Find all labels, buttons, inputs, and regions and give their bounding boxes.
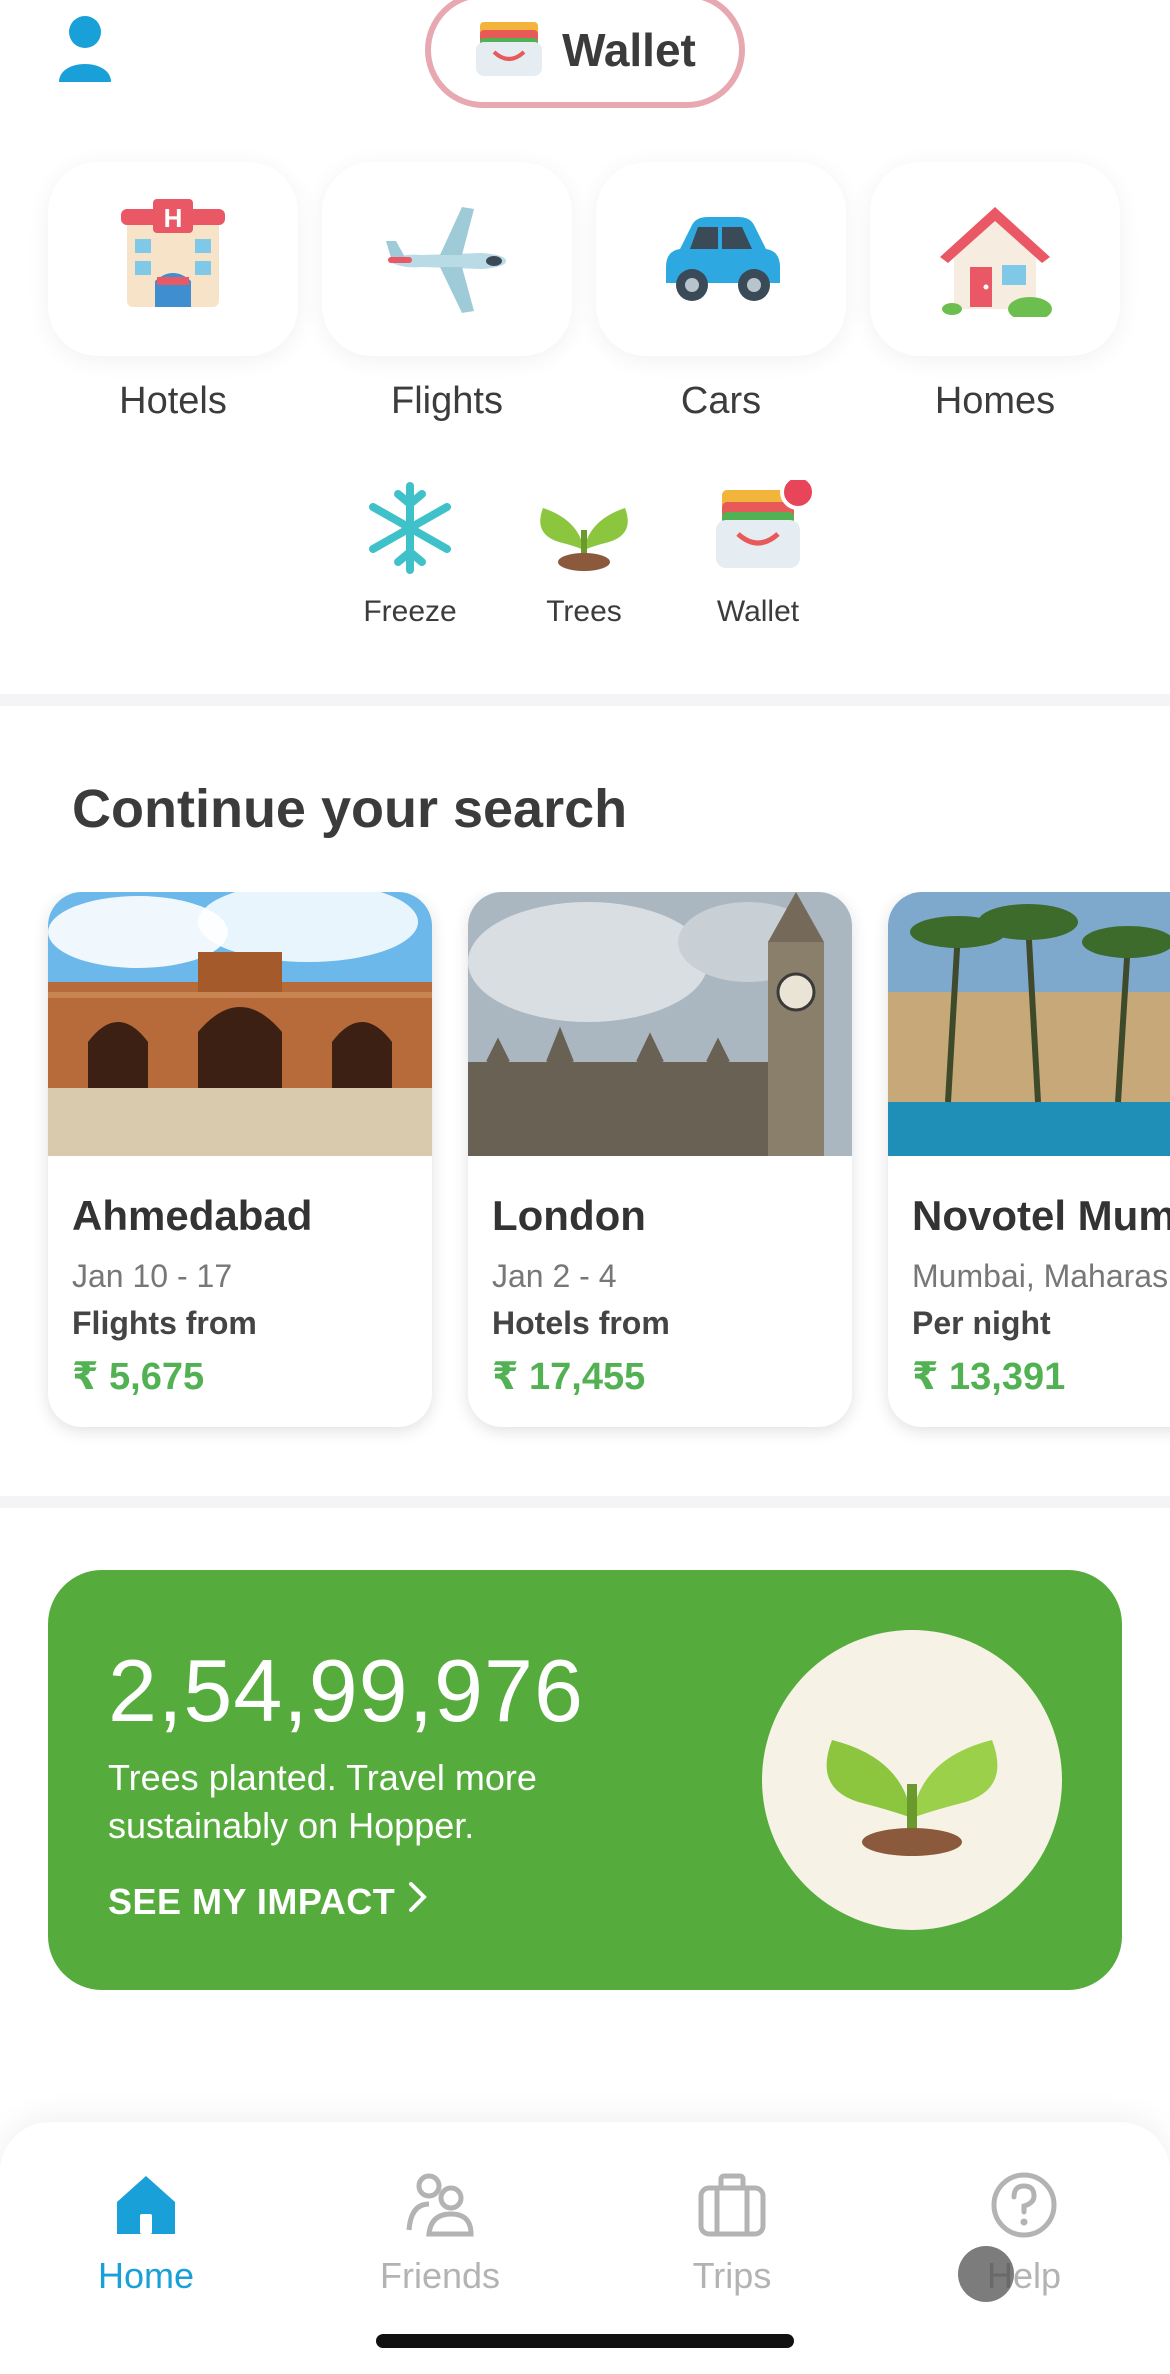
friends-icon — [405, 2173, 475, 2244]
sprout-icon — [812, 1688, 1012, 1873]
impact-banner[interactable]: 2,54,99,976 Trees planted. Travel more s… — [48, 1570, 1122, 1990]
wallet-icon — [474, 18, 544, 83]
wallet-action[interactable]: Wallet — [688, 474, 828, 629]
touch-indicator — [958, 2246, 1014, 2302]
nav-help[interactable]: Help — [924, 2170, 1124, 2297]
section-title: Continue your search — [72, 779, 628, 839]
nav-trips[interactable]: Trips — [632, 2170, 832, 2297]
card-price: ₹ 5,675 — [72, 1356, 205, 1398]
search-card-ahmedabad[interactable]: Ahmedabad Jan 10 - 17 Flights from ₹ 5,6… — [48, 892, 432, 1427]
section-divider — [0, 1496, 1170, 1508]
cars-label: Cars — [680, 380, 762, 422]
house-icon — [930, 197, 1060, 322]
card-kind: Hotels from — [492, 1305, 670, 1341]
card-kind: Flights from — [72, 1305, 257, 1341]
flights-tile[interactable] — [322, 162, 572, 356]
see-impact-link[interactable]: SEE MY IMPACT — [108, 1880, 429, 1923]
card-dates: Jan 2 - 4 — [492, 1258, 617, 1294]
trees-count: 2,54,99,976 — [108, 1641, 584, 1740]
see-impact-label: SEE MY IMPACT — [108, 1880, 396, 1922]
header: Wallet — [0, 0, 1170, 140]
home-icon — [111, 2176, 181, 2244]
impact-description: Trees planted. Travel more sustainably o… — [108, 1757, 537, 1846]
nav-friends-label: Friends — [379, 2255, 501, 2296]
sprout-badge — [762, 1630, 1062, 1930]
homes-label: Homes — [934, 380, 1056, 422]
wallet-button[interactable]: Wallet — [425, 0, 745, 108]
card-dates: Jan 10 - 17 — [72, 1258, 233, 1294]
wallet-quick-label: Wallet — [716, 595, 800, 628]
wallet-icon — [698, 474, 818, 580]
card-kind: Per night — [912, 1305, 1051, 1341]
card-location: Mumbai, Maharashtra — [912, 1258, 1170, 1294]
home-indicator[interactable] — [376, 2334, 794, 2348]
search-card-london[interactable]: London Jan 2 - 4 Hotels from ₹ 17,455 — [468, 892, 852, 1427]
card-image — [468, 892, 852, 1156]
car-icon — [656, 207, 786, 312]
card-image — [888, 892, 1170, 1156]
nav-home[interactable]: Home — [46, 2170, 246, 2297]
snowflake-icon — [365, 482, 455, 580]
sprout-icon — [529, 508, 639, 580]
card-title: Novotel Mumbai — [912, 1192, 1170, 1239]
homes-tile[interactable] — [870, 162, 1120, 356]
card-title: Ahmedabad — [72, 1192, 313, 1239]
wallet-label: Wallet — [562, 24, 696, 76]
chevron-right-icon — [407, 1880, 429, 1923]
hotels-label: Hotels — [119, 380, 227, 422]
svg-text:H: H — [164, 203, 183, 233]
nav-home-label: Home — [97, 2255, 195, 2296]
hotel-icon: H — [113, 197, 233, 322]
help-icon — [989, 2172, 1059, 2244]
freeze-label: Freeze — [363, 595, 457, 628]
nav-help-label: Help — [986, 2255, 1062, 2296]
card-price: ₹ 17,455 — [492, 1356, 646, 1398]
briefcase-icon — [697, 2173, 767, 2244]
nav-trips-label: Trips — [692, 2255, 772, 2296]
section-divider — [0, 694, 1170, 706]
card-price: ₹ 13,391 — [912, 1356, 1066, 1398]
freeze-action[interactable]: Freeze — [340, 480, 480, 629]
card-image — [48, 892, 432, 1156]
nav-friends[interactable]: Friends — [340, 2170, 540, 2297]
flights-label: Flights — [391, 380, 503, 422]
profile-icon[interactable] — [55, 12, 115, 86]
trees-label: Trees — [546, 595, 622, 628]
search-card-novotel[interactable]: Novotel Mumbai Mumbai, Maharashtra Per n… — [888, 892, 1170, 1427]
airplane-icon — [382, 197, 512, 322]
search-cards-carousel[interactable]: Ahmedabad Jan 10 - 17 Flights from ₹ 5,6… — [0, 892, 1170, 1452]
trees-action[interactable]: Trees — [514, 480, 654, 629]
cars-tile[interactable] — [596, 162, 846, 356]
hotels-tile[interactable]: H — [48, 162, 298, 356]
card-title: London — [492, 1192, 646, 1239]
